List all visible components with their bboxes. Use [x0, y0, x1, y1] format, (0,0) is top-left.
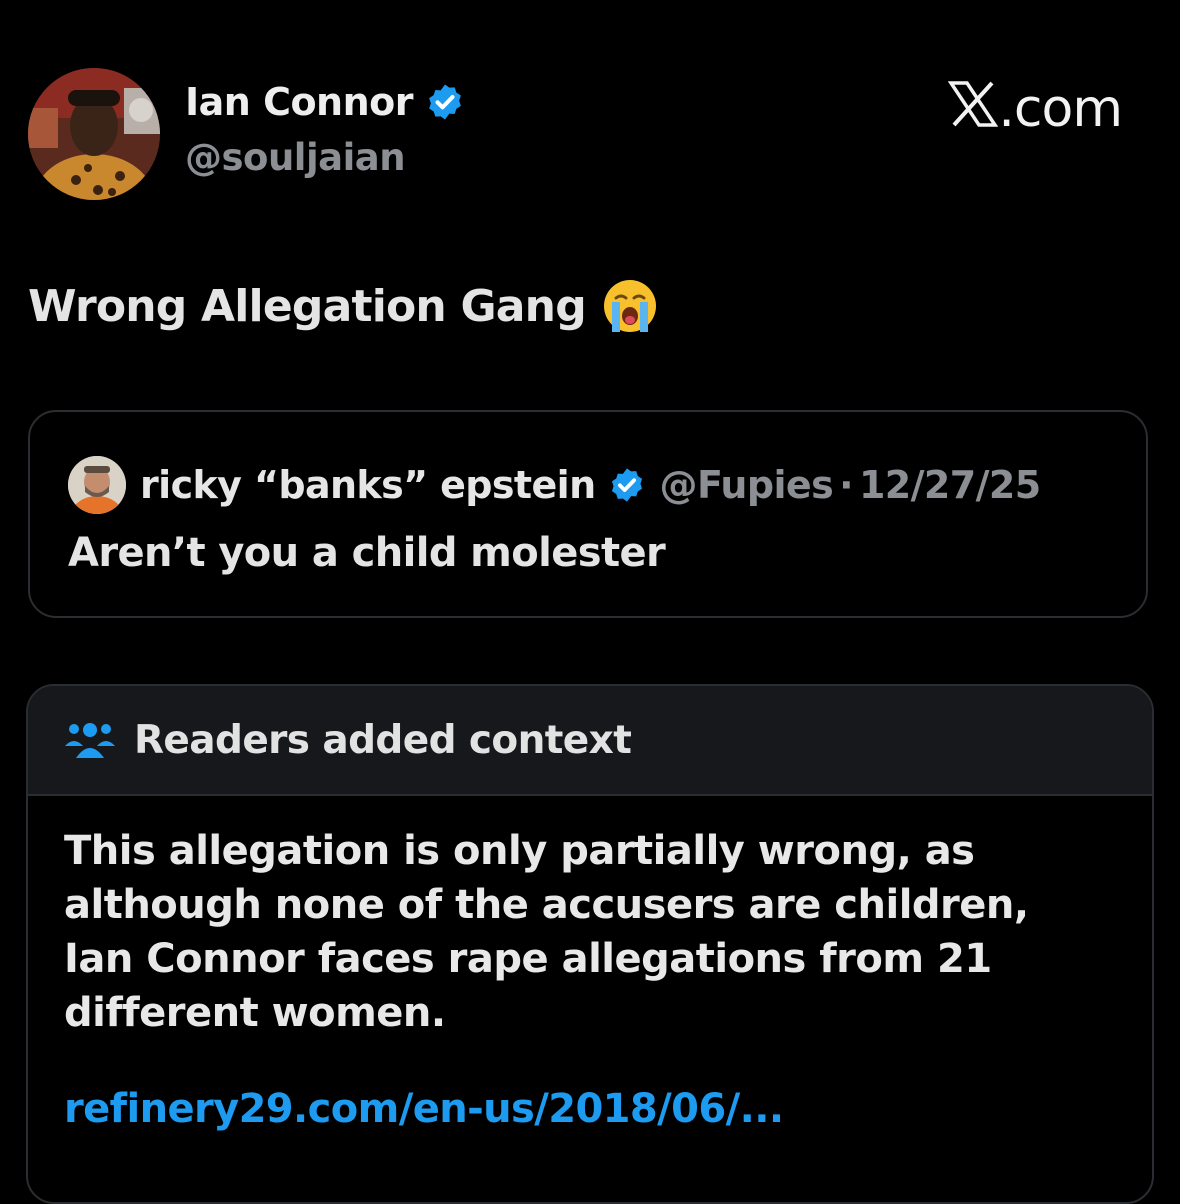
community-note-title: Readers added context	[134, 717, 632, 763]
verified-badge-icon	[608, 466, 646, 504]
quoted-post-text: Aren’t you a child molester	[68, 530, 666, 576]
quoted-post-header: ricky “banks” epstein @Fupies · 12/27/25	[68, 456, 1041, 514]
community-note-source-link[interactable]: refinery29.com/en-us/2018/06/...	[64, 1086, 784, 1132]
post-text: Wrong Allegation Gang	[28, 280, 587, 332]
community-note-header: Readers added context	[28, 686, 1152, 796]
people-group-icon	[64, 720, 116, 760]
quoted-author-handle[interactable]: @Fupies	[660, 463, 834, 507]
x-logo-icon	[948, 76, 999, 141]
quoted-author-name[interactable]: ricky “banks” epstein	[140, 463, 596, 507]
loudly-crying-face-icon	[602, 278, 658, 334]
verified-badge-icon	[425, 82, 465, 122]
author-handle[interactable]: @souljaian	[185, 136, 406, 179]
x-brand-logo: .com	[948, 76, 1123, 141]
brand-domain: .com	[998, 78, 1123, 139]
quoted-author-avatar[interactable]	[68, 456, 126, 514]
author-name[interactable]: Ian Connor	[185, 80, 414, 124]
post-text-row: Wrong Allegation Gang	[28, 278, 658, 334]
author-name-row: Ian Connor	[185, 80, 465, 124]
community-note-card: Readers added context This allegation is…	[26, 684, 1154, 1204]
author-avatar[interactable]	[28, 68, 160, 200]
quoted-post-card[interactable]: ricky “banks” epstein @Fupies · 12/27/25…	[28, 410, 1148, 618]
quoted-post-date[interactable]: 12/27/25	[859, 463, 1041, 507]
separator-dot: ·	[839, 463, 853, 507]
community-note-body: This allegation is only partially wrong,…	[64, 828, 1029, 1036]
